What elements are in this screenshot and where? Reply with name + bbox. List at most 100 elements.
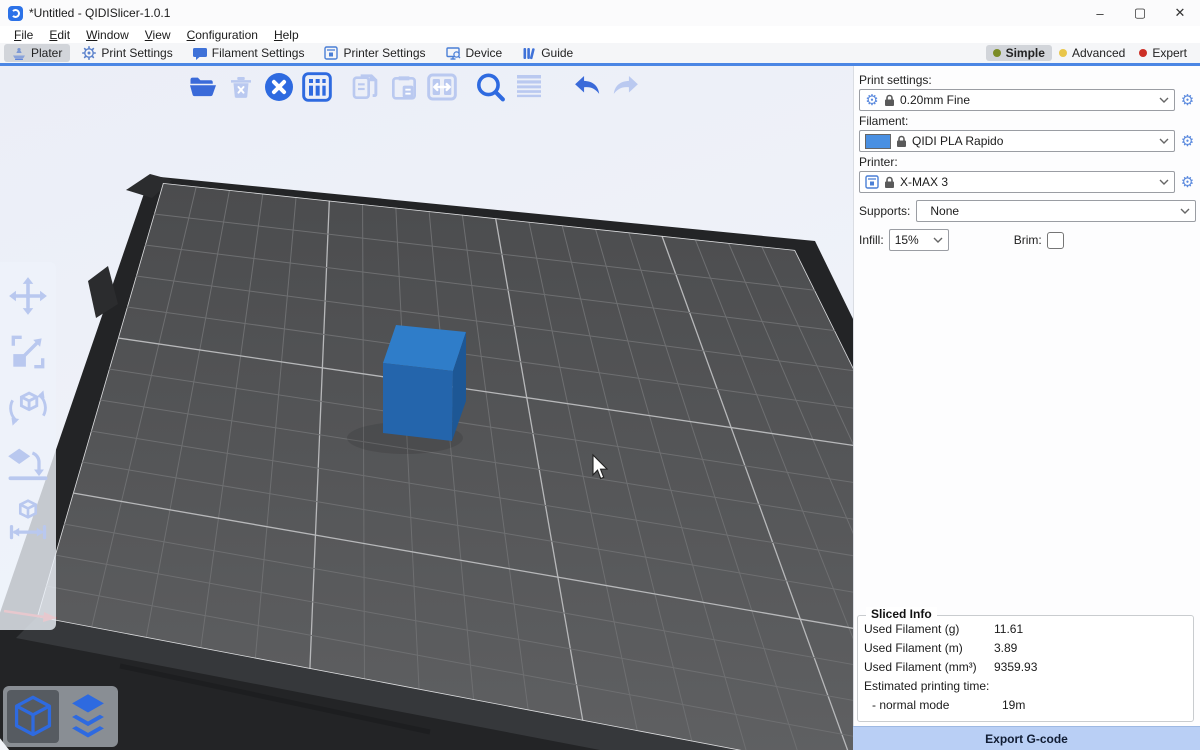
- tab-printer-settings[interactable]: Printer Settings: [316, 44, 433, 62]
- lock-icon: [884, 94, 895, 107]
- filament-value: QIDI PLA Rapido: [912, 134, 1154, 148]
- edit-print-settings-button[interactable]: ⚙: [1179, 92, 1196, 109]
- sliced-label: Used Filament (m): [864, 639, 994, 658]
- tab-device[interactable]: Device: [438, 44, 511, 62]
- mode-label: Advanced: [1072, 46, 1125, 60]
- sliced-row-time-normal: - normal mode 19m: [864, 696, 1187, 715]
- tab-print-settings[interactable]: Print Settings: [74, 44, 180, 62]
- menu-edit[interactable]: Edit: [41, 28, 78, 42]
- layers-icon: [513, 71, 545, 103]
- print-settings-combo[interactable]: ⚙ 0.20mm Fine: [859, 89, 1175, 111]
- search-button[interactable]: [474, 70, 507, 103]
- place-on-face-button[interactable]: [6, 442, 50, 486]
- sliced-label: Used Filament (mm³): [864, 658, 994, 677]
- scale-button[interactable]: [6, 330, 50, 374]
- menu-file[interactable]: File: [6, 28, 41, 42]
- brim-checkbox[interactable]: [1047, 232, 1064, 249]
- filament-color-swatch: [865, 134, 891, 149]
- measure-button[interactable]: [6, 498, 50, 542]
- printer-label: Printer:: [859, 155, 1196, 169]
- menu-help[interactable]: Help: [266, 28, 307, 42]
- brim-label: Brim:: [1014, 233, 1042, 247]
- delete-button[interactable]: [224, 70, 257, 103]
- preview-layers-view-button[interactable]: [63, 690, 115, 743]
- view-mode-toggle: [3, 686, 118, 747]
- chevron-down-icon: [1159, 97, 1169, 103]
- layers-view-icon: [65, 692, 111, 742]
- rotate-button[interactable]: [6, 386, 50, 430]
- search-icon: [474, 70, 507, 104]
- printer-value: X-MAX 3: [900, 175, 1154, 189]
- app-logo-icon: [8, 6, 23, 21]
- sliced-label: - normal mode: [864, 696, 1002, 715]
- supports-combo[interactable]: None: [916, 200, 1196, 222]
- undo-button[interactable]: [571, 70, 604, 103]
- arrange-button[interactable]: [300, 70, 333, 103]
- simple-dot-icon: [993, 49, 1001, 57]
- editor-3d-view-button[interactable]: [7, 690, 59, 743]
- redo-button[interactable]: [609, 70, 642, 103]
- move-button[interactable]: [6, 274, 50, 318]
- mode-advanced[interactable]: Advanced: [1052, 45, 1132, 61]
- edit-filament-button[interactable]: ⚙: [1179, 133, 1196, 150]
- menu-view[interactable]: View: [137, 28, 179, 42]
- redo-icon: [609, 70, 642, 104]
- gizmo-toolbar: [0, 262, 56, 630]
- copy-icon: [350, 71, 382, 103]
- viewport-3d-scene[interactable]: [0, 66, 853, 750]
- rotate-icon: [6, 386, 50, 430]
- tab-label: Filament Settings: [212, 46, 305, 60]
- tab-guide[interactable]: Guide: [514, 44, 581, 62]
- supports-value: None: [922, 204, 1175, 218]
- tab-filament-settings[interactable]: Filament Settings: [185, 44, 313, 62]
- title-bar: *Untitled - QIDISlicer-1.0.1 – ▢ ✕: [0, 0, 1200, 27]
- tab-label: Device: [466, 46, 503, 60]
- tab-bar: Plater Print Settings Filament Settings …: [0, 43, 1200, 66]
- measure-icon: [6, 498, 50, 542]
- variable-layer-height-button[interactable]: [512, 70, 545, 103]
- filament-combo[interactable]: QIDI PLA Rapido: [859, 130, 1175, 152]
- edit-printer-button[interactable]: ⚙: [1179, 174, 1196, 191]
- open-folder-icon: [188, 72, 218, 102]
- chevron-down-icon: [1159, 138, 1169, 144]
- tab-plater[interactable]: Plater: [4, 44, 70, 62]
- minimize-button[interactable]: –: [1080, 0, 1120, 26]
- sliced-row-time-title: Estimated printing time:: [864, 677, 1187, 696]
- viewport-3d[interactable]: [0, 66, 853, 750]
- trash-delete-icon: [226, 72, 256, 102]
- export-gcode-button[interactable]: Export G-code: [853, 726, 1200, 750]
- open-file-button[interactable]: [186, 70, 219, 103]
- infill-value: 15%: [895, 233, 927, 247]
- menu-configuration[interactable]: Configuration: [179, 28, 266, 42]
- gear-icon: [82, 46, 96, 60]
- mode-label: Expert: [1152, 46, 1187, 60]
- infill-label: Infill:: [859, 233, 884, 247]
- lock-icon: [896, 135, 907, 148]
- qidislicer-window: *Untitled - QIDISlicer-1.0.1 – ▢ ✕ File …: [0, 0, 1200, 750]
- sliced-value: 19m: [1002, 696, 1025, 715]
- tab-label: Plater: [31, 46, 62, 60]
- mode-simple[interactable]: Simple: [986, 45, 1052, 61]
- plater-toolbar: [186, 70, 642, 103]
- preset-gear-icon: ⚙: [865, 92, 879, 109]
- close-button[interactable]: ✕: [1160, 0, 1200, 26]
- advanced-dot-icon: [1059, 49, 1067, 57]
- maximize-button[interactable]: ▢: [1120, 0, 1160, 26]
- menu-bar: File Edit Window View Configuration Help: [0, 26, 1200, 43]
- plater-icon: [12, 47, 26, 60]
- paste-button[interactable]: [387, 70, 420, 103]
- tab-label: Printer Settings: [343, 46, 425, 60]
- infill-combo[interactable]: 15%: [889, 229, 949, 251]
- mode-switcher: Simple Advanced Expert: [986, 45, 1194, 61]
- menu-window[interactable]: Window: [78, 28, 137, 42]
- delete-all-button[interactable]: [262, 70, 295, 103]
- mode-expert[interactable]: Expert: [1132, 45, 1194, 61]
- printer-combo[interactable]: X-MAX 3: [859, 171, 1175, 193]
- supports-label: Supports:: [859, 204, 910, 218]
- model-cube[interactable]: [383, 325, 466, 441]
- scale-icon: [7, 331, 49, 373]
- split-instances-button[interactable]: [425, 70, 458, 103]
- copy-button[interactable]: [349, 70, 382, 103]
- undo-icon: [571, 70, 604, 104]
- mode-label: Simple: [1006, 46, 1045, 60]
